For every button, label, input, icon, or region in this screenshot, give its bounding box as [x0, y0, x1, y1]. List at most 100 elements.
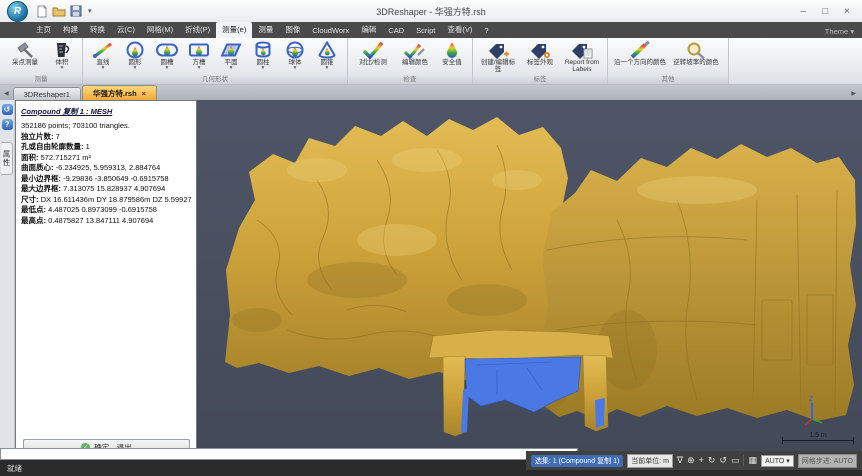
mesh-title: Compound 复制 1 : MESH — [21, 106, 192, 117]
doc-tab-1[interactable]: 3DReshaper1 — [13, 87, 81, 100]
tag-gear-icon — [528, 40, 552, 59]
chevron-down-icon[interactable]: ▾ — [102, 66, 105, 70]
ribbon-group-inspect: 对比/检测 编辑颜色 安全值 检查 — [348, 38, 473, 84]
new-file-icon[interactable] — [36, 5, 48, 18]
bbox-min-line: 最小边界框: -9.29836 -3.850649 -0.6915758 — [21, 174, 192, 185]
tab-edit[interactable]: 编辑 — [355, 22, 382, 38]
quick-access-toolbar: ▾ — [36, 5, 92, 18]
selection-badge: 选集: 1 (Compound 复制 1) — [531, 455, 623, 467]
maximize-button[interactable]: □ — [822, 6, 828, 17]
divider — [743, 455, 744, 466]
close-button[interactable]: × — [844, 6, 850, 17]
tab-image[interactable]: 图像 — [279, 22, 306, 38]
status-widgets: 选集: 1 (Compound 复制 1) 当前单位: m ∇ ⊕ + ↻ ↺ … — [526, 451, 862, 470]
3d-viewport[interactable]: Z 1.5 m — [197, 100, 862, 461]
tab-polyline[interactable]: 折线(P) — [179, 22, 216, 38]
window-controls: – □ × — [801, 6, 850, 17]
unit-dropdown[interactable]: 当前单位: m — [627, 454, 673, 468]
sphere-shape-button[interactable]: 球体 ▾ — [280, 40, 310, 70]
open-folder-icon[interactable] — [52, 5, 66, 17]
properties-vertical-tab[interactable]: 属性 — [1, 142, 13, 175]
chevron-down-icon[interactable]: ▾ — [166, 66, 169, 70]
plane-shape-icon — [219, 40, 243, 59]
grid-step-readout: 网格步进: AUTO — [798, 454, 857, 468]
volume-button[interactable]: 体积 ▾ — [47, 40, 77, 70]
cone-shape-icon — [315, 40, 339, 59]
history-icon[interactable]: ↺ — [2, 104, 13, 115]
round-slot-icon — [155, 40, 179, 59]
grid-icon[interactable]: ▦ — [748, 456, 757, 465]
filter-icon[interactable]: ∇ — [677, 456, 683, 465]
tab-script[interactable]: Script — [410, 24, 441, 38]
tab-view[interactable]: 查看(V) — [441, 22, 478, 38]
axis-indicator: Z — [798, 393, 828, 427]
cone-shape-button[interactable]: 圆锥 ▾ — [312, 40, 342, 70]
tab-measure-active[interactable]: 测量(e) — [216, 22, 252, 38]
chevron-down-icon[interactable]: ▾ — [326, 66, 329, 70]
color-by-slope-button[interactable]: 逆转坡率的颜色 — [669, 40, 723, 66]
beaker-icon — [50, 40, 74, 59]
select-rect-icon[interactable]: ▭ — [731, 456, 740, 465]
chevron-down-icon[interactable]: ▾ — [294, 66, 297, 70]
chevron-down-icon[interactable]: ▾ — [198, 66, 201, 70]
auto-dropdown[interactable]: AUTO ▾ — [761, 455, 794, 467]
rotate-icon[interactable]: ↻ — [708, 456, 716, 465]
tab-survey[interactable]: 测量 — [252, 22, 279, 38]
scale-bar-label: 1.5 m — [782, 432, 854, 440]
save-icon[interactable] — [70, 5, 82, 17]
tag-report-icon — [570, 40, 594, 59]
create-edit-label-button[interactable]: 创建/编辑标签 — [478, 40, 518, 74]
command-input[interactable] — [0, 448, 578, 460]
chevron-down-icon[interactable]: ▾ — [230, 66, 233, 70]
tab-construct[interactable]: 构建 — [57, 22, 84, 38]
chevron-down-icon[interactable]: ▾ — [61, 66, 64, 70]
pick-measure-button[interactable]: 采点测量 — [5, 40, 45, 66]
cylinder-shape-button[interactable]: 圆柱 ▾ — [248, 40, 278, 70]
tab-mesh[interactable]: 网格(M) — [141, 22, 179, 38]
zoom-icon[interactable]: ⊕ — [687, 456, 695, 465]
doc-tab-scroll-right-icon[interactable]: ▶ — [847, 90, 860, 100]
chevron-down-icon[interactable]: ▾ — [134, 66, 137, 70]
tab-transform[interactable]: 转换 — [84, 22, 111, 38]
orbit-icon[interactable]: ↺ — [719, 456, 727, 465]
tab-help[interactable]: ? — [478, 24, 494, 38]
ribbon-group-geometry: 直线 ▾ 圆形 ▾ 圆槽 ▾ 方槽 ▾ 平面 ▾ — [83, 38, 348, 84]
chevron-down-icon[interactable]: ▾ — [262, 66, 265, 70]
rect-slot-icon — [187, 40, 211, 59]
doc-tab-scroll-left-icon[interactable]: ◀ — [0, 90, 13, 100]
sphere-shape-icon — [283, 40, 307, 59]
doc-tab-2-active[interactable]: 华强方特.rsh× — [82, 85, 157, 100]
document-tab-bar: ◀ 3DReshaper1 华强方特.rsh× ▶ — [0, 85, 862, 100]
label-appearance-button[interactable]: 标签外观 — [520, 40, 560, 66]
minimize-button[interactable]: – — [801, 6, 807, 17]
scale-bar: 1.5 m — [782, 432, 854, 441]
tab-cloudworx[interactable]: CloudWorx — [306, 24, 355, 38]
tab-home[interactable]: 主页 — [30, 22, 57, 38]
round-slot-button[interactable]: 圆槽 ▾ — [152, 40, 182, 70]
app-logo-icon[interactable]: R — [7, 1, 28, 22]
group-label-measure: 测量 — [0, 75, 82, 84]
qat-customize-caret-icon[interactable]: ▾ — [88, 7, 92, 15]
color-along-direction-button[interactable]: 沿一个方向的颜色 — [613, 40, 667, 66]
panel-spacer — [21, 226, 192, 439]
tab-cloud[interactable]: 云(C) — [111, 22, 141, 38]
hammer-icon — [13, 40, 37, 59]
circle-shape-button[interactable]: 圆形 ▾ — [120, 40, 150, 70]
holes-contours-line: 孔或自由轮廓数量: 1 — [21, 142, 192, 153]
pan-icon[interactable]: + — [699, 456, 704, 465]
tab-cad[interactable]: CAD — [382, 24, 410, 38]
theme-dropdown[interactable]: Theme ▾ — [825, 27, 854, 36]
safety-value-button[interactable]: 安全值 — [437, 40, 467, 66]
tag-plus-icon — [486, 40, 510, 59]
group-label-inspect: 检查 — [348, 75, 472, 84]
compare-inspect-button[interactable]: 对比/检测 — [353, 40, 393, 66]
plane-shape-button[interactable]: 平面 ▾ — [216, 40, 246, 70]
close-doc-tab-icon[interactable]: × — [142, 89, 146, 98]
rect-slot-button[interactable]: 方槽 ▾ — [184, 40, 214, 70]
edit-colors-button[interactable]: 编辑颜色 — [395, 40, 435, 66]
dimensions-line: 尺寸: DX 16.611436m DY 18.879586m DZ 5.599… — [21, 195, 192, 206]
report-from-labels-button[interactable]: Report from Labels — [562, 40, 602, 74]
line-shape-button[interactable]: 直线 ▾ — [88, 40, 118, 70]
help-icon[interactable]: ? — [2, 119, 13, 130]
main-area: ↺ ? 属性 Compound 复制 1 : MESH 352186 point… — [0, 100, 862, 461]
